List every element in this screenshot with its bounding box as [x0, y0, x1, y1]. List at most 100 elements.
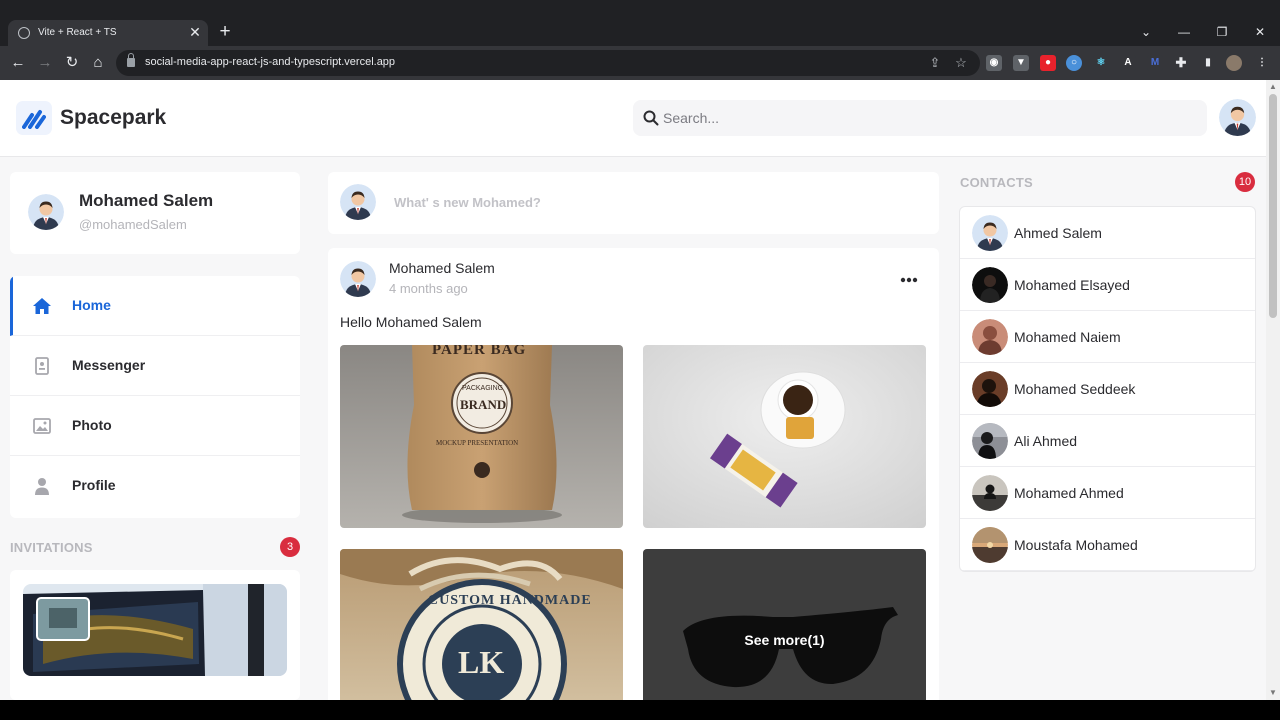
bag-label-mockup: MOCKUP PRESENTATION — [436, 439, 519, 447]
user-avatar[interactable] — [1219, 99, 1256, 136]
contact-name: Ali Ahmed — [1014, 433, 1078, 449]
tab-search-icon[interactable]: ⌄ — [1136, 24, 1156, 40]
profile-avatar — [28, 194, 64, 230]
post-composer — [328, 172, 939, 234]
contact-name: Mohamed Elsayed — [1014, 277, 1130, 293]
contact-name: Mohamed Naiem — [1014, 329, 1121, 345]
contact-item[interactable]: Mohamed Naiem — [960, 311, 1255, 363]
post-photo-coffee[interactable] — [643, 345, 926, 528]
adblock-extension-icon[interactable]: ● — [1040, 55, 1056, 71]
back-arrow-icon[interactable]: ← — [8, 53, 28, 73]
sidebar-nav: Home Messenger Photo Profile — [10, 276, 300, 518]
messenger-icon — [35, 357, 49, 375]
logo-icon[interactable] — [16, 101, 52, 135]
contacts-count-badge: 10 — [1235, 172, 1255, 192]
badge-label-top: CUSTOM HANDMADE — [428, 593, 592, 608]
bag-label-brand: BRAND — [460, 397, 507, 412]
sidebar-item-messenger[interactable]: Messenger — [10, 336, 300, 396]
url-text: social-media-app-react-js-and-typescript… — [145, 56, 396, 68]
contact-item[interactable]: Mohamed Ahmed — [960, 467, 1255, 519]
profile-handle: @mohamedSalem — [79, 217, 187, 232]
sidebar-item-home[interactable]: Home — [10, 276, 300, 336]
vue-extension-icon[interactable]: ▼ — [1013, 55, 1029, 71]
contact-avatar — [972, 527, 1008, 563]
post-photo-sunglasses[interactable]: See more(1) — [643, 549, 926, 700]
more-options-icon[interactable] — [898, 270, 920, 290]
page-scrollbar[interactable]: ▲ ▼ — [1266, 80, 1280, 700]
contact-item[interactable]: Ali Ahmed — [960, 415, 1255, 467]
sidebar-item-label: Photo — [72, 417, 112, 433]
post-author-avatar[interactable] — [340, 261, 376, 297]
browser-tab[interactable]: Vite + React + TS ✕ — [8, 20, 208, 46]
puzzle-extensions-icon[interactable]: ✚ — [1173, 55, 1189, 71]
contact-avatar — [972, 371, 1008, 407]
circle-extension-icon[interactable]: ○ — [1066, 55, 1082, 71]
camera-extension-icon[interactable]: ◉ — [986, 55, 1002, 71]
sidebar-item-label: Home — [72, 297, 111, 313]
invitation-card[interactable] — [10, 570, 300, 700]
contact-name: Moustafa Mohamed — [1014, 537, 1138, 553]
post-author-name[interactable]: Mohamed Salem — [389, 260, 495, 276]
address-bar[interactable]: social-media-app-react-js-and-typescript… — [116, 50, 980, 76]
post-timestamp: 4 months ago — [389, 281, 468, 296]
contact-avatar — [972, 267, 1008, 303]
brand-name[interactable]: Spacepark — [60, 106, 166, 130]
sidebar-item-label: Profile — [72, 477, 116, 493]
sidebar-item-profile[interactable]: Profile — [10, 456, 300, 516]
composer-avatar — [340, 184, 376, 220]
post-photo-paper-bag[interactable]: PAPER BAG PACKAGING BRAND MOCKUP PRESENT… — [340, 345, 623, 528]
side-panel-icon[interactable]: ▮ — [1200, 55, 1216, 71]
contact-item[interactable]: Ahmed Salem — [960, 207, 1255, 259]
post-text: Hello Mohamed Salem — [340, 314, 482, 330]
contact-item[interactable]: Mohamed Elsayed — [960, 259, 1255, 311]
maximize-button[interactable]: ❐ — [1212, 24, 1232, 40]
contact-item[interactable]: Mohamed Seddeek — [960, 363, 1255, 415]
home-icon — [33, 298, 51, 314]
tab-title: Vite + React + TS — [38, 27, 117, 38]
contact-avatar — [972, 423, 1008, 459]
composer-input[interactable] — [394, 190, 914, 214]
bag-label-top: PAPER BAG — [432, 345, 527, 358]
m-extension-icon[interactable]: M — [1147, 55, 1163, 71]
home-browser-icon[interactable]: ⌂ — [88, 53, 108, 73]
contact-name: Mohamed Seddeek — [1014, 381, 1136, 397]
contact-avatar — [972, 215, 1008, 251]
search-input[interactable] — [663, 100, 1193, 136]
app-page: Spacepark Mohamed Salem @mo — [0, 80, 1280, 700]
search-box[interactable] — [633, 100, 1207, 136]
contact-name: Mohamed Ahmed — [1014, 485, 1124, 501]
profile-card[interactable]: Mohamed Salem @mohamedSalem — [10, 172, 300, 254]
bookmark-star-icon[interactable]: ☆ — [952, 54, 970, 72]
react-devtools-icon[interactable]: ⚛ — [1093, 55, 1109, 71]
forward-arrow-icon[interactable]: → — [35, 53, 55, 73]
new-tab-button[interactable]: + — [216, 22, 234, 42]
post-photo-handmade-badge[interactable]: CUSTOM HANDMADE LK — [340, 549, 623, 700]
sidebar-item-label: Messenger — [72, 357, 146, 373]
browser-menu-icon[interactable]: ⋮ — [1254, 55, 1270, 71]
app-header: Spacepark — [0, 80, 1266, 157]
see-more-overlay[interactable]: See more(1) — [643, 549, 926, 700]
minimize-button[interactable]: — — [1174, 24, 1194, 40]
bag-label-packaging: PACKAGING — [462, 385, 504, 392]
contacts-title: CONTACTS — [960, 175, 1033, 190]
contact-avatar — [972, 475, 1008, 511]
invitations-count-badge: 3 — [280, 537, 300, 557]
browser-tab-strip: Vite + React + TS ✕ + ⌄ — ❐ ✕ — [0, 0, 1280, 46]
profile-name: Mohamed Salem — [79, 191, 214, 210]
contact-avatar — [972, 319, 1008, 355]
font-extension-icon[interactable]: A — [1120, 55, 1136, 71]
sidebar-item-photo[interactable]: Photo — [10, 396, 300, 456]
scroll-down-arrow-icon[interactable]: ▼ — [1269, 688, 1277, 697]
contact-item[interactable]: Moustafa Mohamed — [960, 519, 1255, 571]
search-icon — [643, 110, 659, 126]
scroll-up-arrow-icon[interactable]: ▲ — [1269, 82, 1277, 91]
scroll-thumb[interactable] — [1269, 94, 1277, 318]
contacts-list: Ahmed Salem Mohamed Elsayed Mohamed Naie… — [959, 206, 1256, 572]
browser-profile-avatar[interactable] — [1226, 55, 1242, 71]
share-icon[interactable]: ⇪ — [926, 54, 944, 72]
globe-icon — [18, 27, 30, 39]
reload-icon[interactable]: ↻ — [62, 53, 82, 73]
close-window-button[interactable]: ✕ — [1250, 24, 1270, 40]
close-tab-icon[interactable]: ✕ — [188, 24, 202, 40]
lock-icon — [127, 53, 135, 67]
